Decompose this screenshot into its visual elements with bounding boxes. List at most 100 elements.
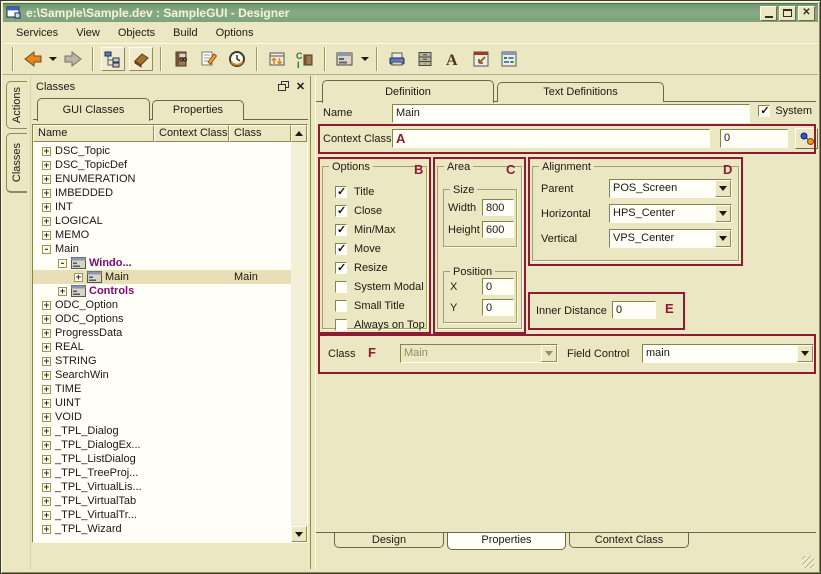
tree-expander[interactable]: + [42,161,51,170]
alignment-combobox[interactable]: HPS_Center [609,204,732,223]
class-info-button[interactable]: CI [293,47,317,71]
tree-item[interactable]: + _TPL_DialogEx... [33,438,291,452]
menu-item[interactable]: Objects [109,25,164,41]
menu-item[interactable]: Build [164,25,206,41]
tree-expander[interactable]: + [42,385,51,394]
width-input[interactable]: 800 [482,199,514,216]
tree-item[interactable]: + ENUMERATION [33,172,291,186]
close-button[interactable]: ✕ [798,6,815,21]
scroll-down-button[interactable] [291,526,307,542]
tree-expander[interactable]: + [42,399,51,408]
tree-item[interactable]: + MEMO [33,228,291,242]
option-row[interactable]: Title [335,182,422,201]
tree-expander[interactable]: + [42,455,51,464]
menu-item[interactable]: View [67,25,109,41]
new-window-dropdown[interactable] [359,47,371,71]
tree-expander[interactable]: + [42,175,51,184]
option-row[interactable]: Move [335,239,422,258]
tree-expander[interactable]: + [42,497,51,506]
back-history-dropdown[interactable] [47,47,59,71]
inner-distance-input[interactable]: 0 [612,301,656,319]
context-class-input[interactable] [392,129,710,148]
combobox-dropdown-button[interactable] [715,180,731,197]
scrollbar-track[interactable] [291,142,307,526]
tree-item[interactable]: + ODC_Options [33,312,291,326]
menu-item[interactable]: Options [207,25,263,41]
close-panel-button[interactable]: ✕ [293,80,308,94]
y-input[interactable]: 0 [482,299,514,316]
class-tree-button[interactable] [101,47,125,71]
tab-properties-bottom[interactable]: Properties [447,533,566,550]
minimize-button[interactable] [760,6,777,21]
option-row[interactable]: System Modal [335,277,422,296]
tree-item[interactable]: + _TPL_Wizard [33,522,291,536]
tree-item[interactable]: + ODC_Option [33,298,291,312]
tree-expander[interactable]: + [42,147,51,156]
tree-item[interactable]: + _TPL_VirtualTab [33,494,291,508]
tree-item[interactable]: + _TPL_TreeProj... [33,466,291,480]
tree-item[interactable]: + LOGICAL [33,214,291,228]
tree-item[interactable]: + _TPL_ListDialog [33,452,291,466]
combobox-dropdown-button[interactable] [797,345,813,362]
tab-gui-classes[interactable]: GUI Classes [37,98,150,121]
tree-expander[interactable]: + [74,273,83,282]
combobox-dropdown-button[interactable] [715,230,731,247]
tree-item[interactable]: + SearchWin [33,368,291,382]
option-checkbox[interactable] [335,281,347,293]
tree-item[interactable]: + Controls [33,284,291,298]
edit-source-button[interactable] [197,47,221,71]
tree-expander[interactable]: + [42,371,51,380]
option-checkbox[interactable] [335,243,347,255]
option-row[interactable]: Resize [335,258,422,277]
tree-item[interactable]: + INT [33,200,291,214]
tree-item[interactable]: - Windo... [33,256,291,270]
field-control-combobox[interactable]: main [642,344,814,363]
class-combobox[interactable]: Main [400,344,558,363]
column-header-name[interactable]: Name [33,125,154,142]
tree-expander[interactable]: + [42,189,51,198]
menu-item[interactable]: Services [7,25,67,41]
forward-button[interactable] [61,47,85,71]
tree-item[interactable]: + ProgressData [33,326,291,340]
import-window-button[interactable] [265,47,289,71]
context-class-count-input[interactable]: 0 [720,129,788,148]
dock-tab-classes[interactable]: Classes [6,133,27,193]
tree-item[interactable]: + _TPL_VirtualTr... [33,508,291,522]
dock-tab-actions[interactable]: Actions [6,81,27,129]
option-checkbox[interactable] [335,262,347,274]
tab-design[interactable]: Design [334,533,444,548]
context-class-link-button[interactable] [795,128,818,149]
tree-expander[interactable]: + [42,203,51,212]
system-checkbox-row[interactable]: System [758,105,812,117]
system-checkbox[interactable] [758,105,770,117]
tree-item[interactable]: + UINT [33,396,291,410]
window-options-button[interactable] [497,47,521,71]
alignment-combobox[interactable]: VPS_Center [609,229,732,248]
tree-item[interactable]: + TIME [33,382,291,396]
tree-expander[interactable]: + [42,315,51,324]
tree-expander[interactable]: + [42,357,51,366]
tree-item[interactable]: + _TPL_Dialog [33,424,291,438]
tree-item[interactable]: - Main [33,242,291,256]
print-button[interactable] [385,47,409,71]
tree-expander[interactable]: + [42,441,51,450]
title-bar[interactable]: e:\Sample\Sample.dev : SampleGUI - Desig… [3,3,818,22]
tab-text-definitions[interactable]: Text Definitions [497,82,664,102]
export-window-button[interactable] [469,47,493,71]
back-button[interactable] [21,47,45,71]
tree-expander[interactable]: + [42,301,51,310]
tree-expander[interactable]: + [42,469,51,478]
tree-expander[interactable]: + [42,525,51,534]
resize-grip[interactable] [802,556,814,568]
tree-expander[interactable]: + [42,413,51,422]
column-header-class[interactable]: Class [229,125,291,142]
designer-button[interactable] [129,47,153,71]
option-checkbox[interactable] [335,186,347,198]
tab-properties[interactable]: Properties [152,100,244,120]
tree-expander[interactable]: - [42,245,51,254]
tree-expander[interactable]: - [58,259,67,268]
height-input[interactable]: 600 [482,221,514,238]
maximize-button[interactable] [779,6,796,21]
tree-expander[interactable]: + [42,427,51,436]
tree-item[interactable]: + IMBEDDED [33,186,291,200]
